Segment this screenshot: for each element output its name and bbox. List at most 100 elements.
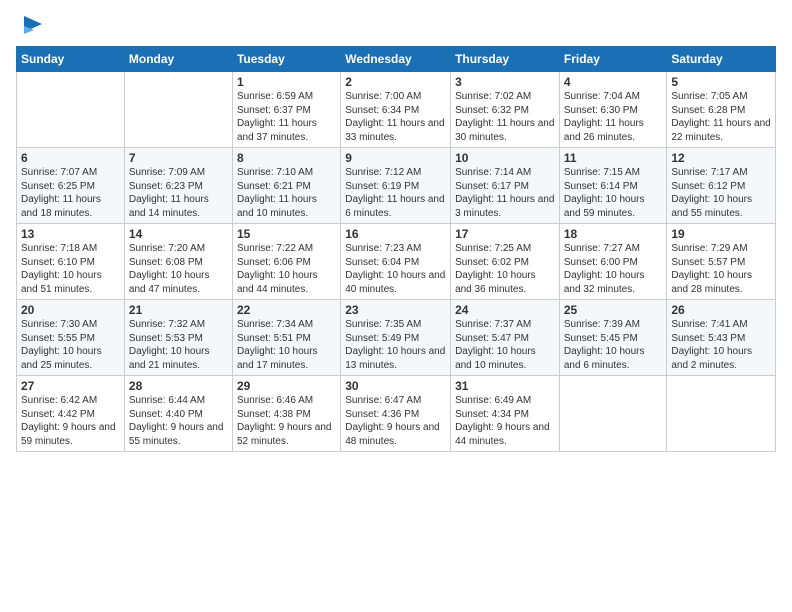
day-info: Sunrise: 7:29 AM Sunset: 5:57 PM Dayligh… [671, 242, 771, 296]
day-cell: 7Sunrise: 7:09 AM Sunset: 6:23 PM Daylig… [124, 148, 232, 224]
day-info: Sunrise: 7:34 AM Sunset: 5:51 PM Dayligh… [237, 318, 336, 372]
day-info: Sunrise: 7:10 AM Sunset: 6:21 PM Dayligh… [237, 166, 336, 220]
day-info: Sunrise: 7:25 AM Sunset: 6:02 PM Dayligh… [455, 242, 555, 296]
day-number: 28 [129, 379, 228, 393]
day-number: 10 [455, 151, 555, 165]
day-info: Sunrise: 7:32 AM Sunset: 5:53 PM Dayligh… [129, 318, 228, 372]
day-number: 7 [129, 151, 228, 165]
day-cell: 11Sunrise: 7:15 AM Sunset: 6:14 PM Dayli… [559, 148, 667, 224]
day-number: 31 [455, 379, 555, 393]
day-number: 11 [564, 151, 663, 165]
logo-text [16, 12, 42, 40]
day-info: Sunrise: 7:14 AM Sunset: 6:17 PM Dayligh… [455, 166, 555, 220]
day-number: 12 [671, 151, 771, 165]
day-cell: 2Sunrise: 7:00 AM Sunset: 6:34 PM Daylig… [341, 72, 451, 148]
logo [16, 12, 42, 40]
weekday-header-row: SundayMondayTuesdayWednesdayThursdayFrid… [17, 47, 776, 72]
day-info: Sunrise: 7:04 AM Sunset: 6:30 PM Dayligh… [564, 90, 663, 144]
day-cell: 5Sunrise: 7:05 AM Sunset: 6:28 PM Daylig… [667, 72, 776, 148]
day-info: Sunrise: 7:41 AM Sunset: 5:43 PM Dayligh… [671, 318, 771, 372]
day-cell: 26Sunrise: 7:41 AM Sunset: 5:43 PM Dayli… [667, 300, 776, 376]
day-info: Sunrise: 6:42 AM Sunset: 4:42 PM Dayligh… [21, 394, 120, 448]
day-info: Sunrise: 7:05 AM Sunset: 6:28 PM Dayligh… [671, 90, 771, 144]
weekday-header-friday: Friday [559, 47, 667, 72]
day-number: 22 [237, 303, 336, 317]
day-cell: 14Sunrise: 7:20 AM Sunset: 6:08 PM Dayli… [124, 224, 232, 300]
day-number: 25 [564, 303, 663, 317]
day-number: 24 [455, 303, 555, 317]
day-info: Sunrise: 7:18 AM Sunset: 6:10 PM Dayligh… [21, 242, 120, 296]
day-info: Sunrise: 7:37 AM Sunset: 5:47 PM Dayligh… [455, 318, 555, 372]
day-number: 14 [129, 227, 228, 241]
week-row-1: 1Sunrise: 6:59 AM Sunset: 6:37 PM Daylig… [17, 72, 776, 148]
day-number: 17 [455, 227, 555, 241]
week-row-5: 27Sunrise: 6:42 AM Sunset: 4:42 PM Dayli… [17, 376, 776, 452]
day-number: 13 [21, 227, 120, 241]
week-row-2: 6Sunrise: 7:07 AM Sunset: 6:25 PM Daylig… [17, 148, 776, 224]
day-number: 30 [345, 379, 446, 393]
day-number: 1 [237, 75, 336, 89]
day-cell: 10Sunrise: 7:14 AM Sunset: 6:17 PM Dayli… [451, 148, 560, 224]
day-number: 9 [345, 151, 446, 165]
day-number: 6 [21, 151, 120, 165]
day-info: Sunrise: 7:39 AM Sunset: 5:45 PM Dayligh… [564, 318, 663, 372]
day-cell: 3Sunrise: 7:02 AM Sunset: 6:32 PM Daylig… [451, 72, 560, 148]
weekday-header-wednesday: Wednesday [341, 47, 451, 72]
day-cell: 16Sunrise: 7:23 AM Sunset: 6:04 PM Dayli… [341, 224, 451, 300]
day-cell [124, 72, 232, 148]
header [16, 12, 776, 40]
day-cell: 6Sunrise: 7:07 AM Sunset: 6:25 PM Daylig… [17, 148, 125, 224]
day-number: 8 [237, 151, 336, 165]
day-cell: 27Sunrise: 6:42 AM Sunset: 4:42 PM Dayli… [17, 376, 125, 452]
day-cell: 1Sunrise: 6:59 AM Sunset: 6:37 PM Daylig… [232, 72, 340, 148]
day-cell: 13Sunrise: 7:18 AM Sunset: 6:10 PM Dayli… [17, 224, 125, 300]
day-cell: 15Sunrise: 7:22 AM Sunset: 6:06 PM Dayli… [232, 224, 340, 300]
day-number: 3 [455, 75, 555, 89]
day-cell: 25Sunrise: 7:39 AM Sunset: 5:45 PM Dayli… [559, 300, 667, 376]
calendar-page: SundayMondayTuesdayWednesdayThursdayFrid… [0, 0, 792, 464]
day-number: 5 [671, 75, 771, 89]
day-info: Sunrise: 7:22 AM Sunset: 6:06 PM Dayligh… [237, 242, 336, 296]
calendar-table: SundayMondayTuesdayWednesdayThursdayFrid… [16, 46, 776, 452]
day-cell: 20Sunrise: 7:30 AM Sunset: 5:55 PM Dayli… [17, 300, 125, 376]
day-info: Sunrise: 6:49 AM Sunset: 4:34 PM Dayligh… [455, 394, 555, 448]
day-cell: 12Sunrise: 7:17 AM Sunset: 6:12 PM Dayli… [667, 148, 776, 224]
day-info: Sunrise: 7:27 AM Sunset: 6:00 PM Dayligh… [564, 242, 663, 296]
day-info: Sunrise: 7:09 AM Sunset: 6:23 PM Dayligh… [129, 166, 228, 220]
day-number: 19 [671, 227, 771, 241]
day-info: Sunrise: 6:59 AM Sunset: 6:37 PM Dayligh… [237, 90, 336, 144]
day-cell [559, 376, 667, 452]
day-info: Sunrise: 7:07 AM Sunset: 6:25 PM Dayligh… [21, 166, 120, 220]
day-cell: 4Sunrise: 7:04 AM Sunset: 6:30 PM Daylig… [559, 72, 667, 148]
day-cell: 9Sunrise: 7:12 AM Sunset: 6:19 PM Daylig… [341, 148, 451, 224]
day-info: Sunrise: 7:23 AM Sunset: 6:04 PM Dayligh… [345, 242, 446, 296]
day-cell: 22Sunrise: 7:34 AM Sunset: 5:51 PM Dayli… [232, 300, 340, 376]
day-number: 20 [21, 303, 120, 317]
day-info: Sunrise: 6:46 AM Sunset: 4:38 PM Dayligh… [237, 394, 336, 448]
weekday-header-saturday: Saturday [667, 47, 776, 72]
logo-icon [20, 12, 42, 40]
day-number: 4 [564, 75, 663, 89]
day-cell: 21Sunrise: 7:32 AM Sunset: 5:53 PM Dayli… [124, 300, 232, 376]
day-info: Sunrise: 7:17 AM Sunset: 6:12 PM Dayligh… [671, 166, 771, 220]
day-cell: 29Sunrise: 6:46 AM Sunset: 4:38 PM Dayli… [232, 376, 340, 452]
day-number: 29 [237, 379, 336, 393]
day-cell: 28Sunrise: 6:44 AM Sunset: 4:40 PM Dayli… [124, 376, 232, 452]
day-number: 16 [345, 227, 446, 241]
day-number: 18 [564, 227, 663, 241]
day-number: 23 [345, 303, 446, 317]
day-cell: 8Sunrise: 7:10 AM Sunset: 6:21 PM Daylig… [232, 148, 340, 224]
weekday-header-sunday: Sunday [17, 47, 125, 72]
day-number: 27 [21, 379, 120, 393]
day-cell: 24Sunrise: 7:37 AM Sunset: 5:47 PM Dayli… [451, 300, 560, 376]
day-number: 15 [237, 227, 336, 241]
day-info: Sunrise: 6:47 AM Sunset: 4:36 PM Dayligh… [345, 394, 446, 448]
day-cell: 19Sunrise: 7:29 AM Sunset: 5:57 PM Dayli… [667, 224, 776, 300]
weekday-header-monday: Monday [124, 47, 232, 72]
day-cell [667, 376, 776, 452]
day-cell [17, 72, 125, 148]
day-info: Sunrise: 7:30 AM Sunset: 5:55 PM Dayligh… [21, 318, 120, 372]
day-number: 26 [671, 303, 771, 317]
day-info: Sunrise: 7:12 AM Sunset: 6:19 PM Dayligh… [345, 166, 446, 220]
week-row-3: 13Sunrise: 7:18 AM Sunset: 6:10 PM Dayli… [17, 224, 776, 300]
